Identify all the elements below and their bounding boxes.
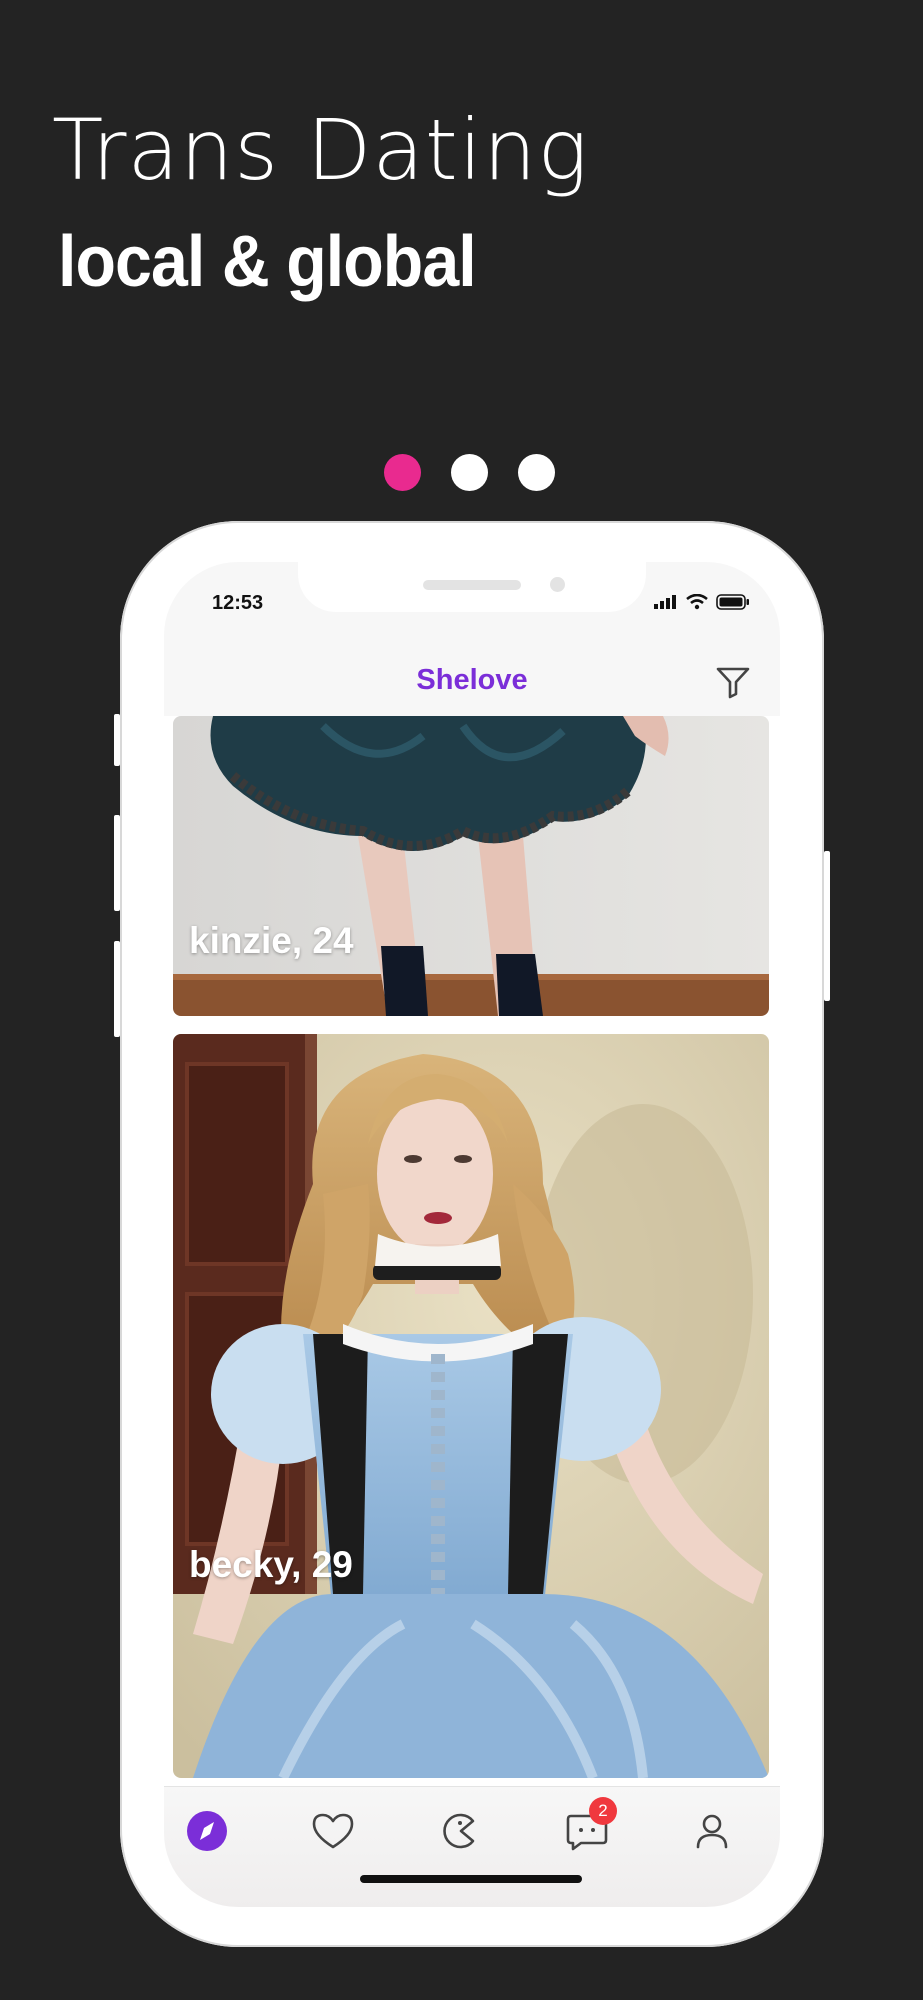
phone-frame: 12:53 Shelove kinzie, 24 becky, 29 2	[114, 521, 830, 1947]
filter-icon[interactable]	[714, 662, 752, 700]
tab-match[interactable]	[433, 1805, 485, 1857]
volume-down-button	[114, 941, 120, 1037]
profile-feed[interactable]: kinzie, 24 becky, 29	[164, 716, 780, 1786]
tab-messages[interactable]: 2	[561, 1797, 617, 1857]
profile-name-age: becky, 29	[189, 1544, 353, 1585]
profile-card[interactable]: becky, 29	[173, 1034, 769, 1778]
tab-discover[interactable]	[181, 1805, 233, 1857]
promo-subline: local & global	[58, 222, 477, 302]
status-time: 12:53	[212, 592, 264, 614]
volume-up-button	[114, 815, 120, 911]
power-button	[824, 851, 830, 1001]
pacman-icon	[443, 1813, 475, 1849]
tab-profile[interactable]	[686, 1805, 738, 1857]
navigation-bar: Shelove	[164, 648, 780, 717]
front-camera	[550, 577, 565, 592]
promo-headline: Trans Dating	[52, 101, 589, 199]
pagination-dot-2[interactable]	[451, 454, 488, 491]
home-indicator[interactable]	[360, 1875, 582, 1883]
app-title: Shelove	[416, 664, 528, 696]
pagination-dot-3[interactable]	[518, 454, 555, 491]
status-icons	[654, 594, 750, 610]
status-bar: 12:53	[164, 562, 780, 648]
tab-likes[interactable]	[307, 1805, 359, 1857]
battery-icon	[716, 594, 749, 610]
profile-photo	[173, 1034, 769, 1778]
compass-icon	[187, 1811, 227, 1851]
mute-switch	[114, 714, 120, 766]
unread-badge: 2	[589, 1797, 617, 1825]
profile-icon	[696, 1814, 728, 1849]
notch	[298, 562, 646, 612]
pagination-dot-1[interactable]	[384, 454, 421, 491]
heart-icon	[312, 1813, 354, 1849]
signal-icon	[654, 595, 676, 609]
tab-bar: 2	[164, 1786, 780, 1907]
speaker	[423, 580, 521, 590]
profile-photo	[173, 716, 769, 1016]
wifi-icon	[686, 594, 708, 610]
phone-screen: 12:53 Shelove kinzie, 24 becky, 29 2	[164, 562, 780, 1907]
carousel-pagination[interactable]	[384, 454, 555, 491]
profile-card[interactable]: kinzie, 24	[173, 716, 769, 1016]
profile-name-age: kinzie, 24	[189, 920, 354, 961]
